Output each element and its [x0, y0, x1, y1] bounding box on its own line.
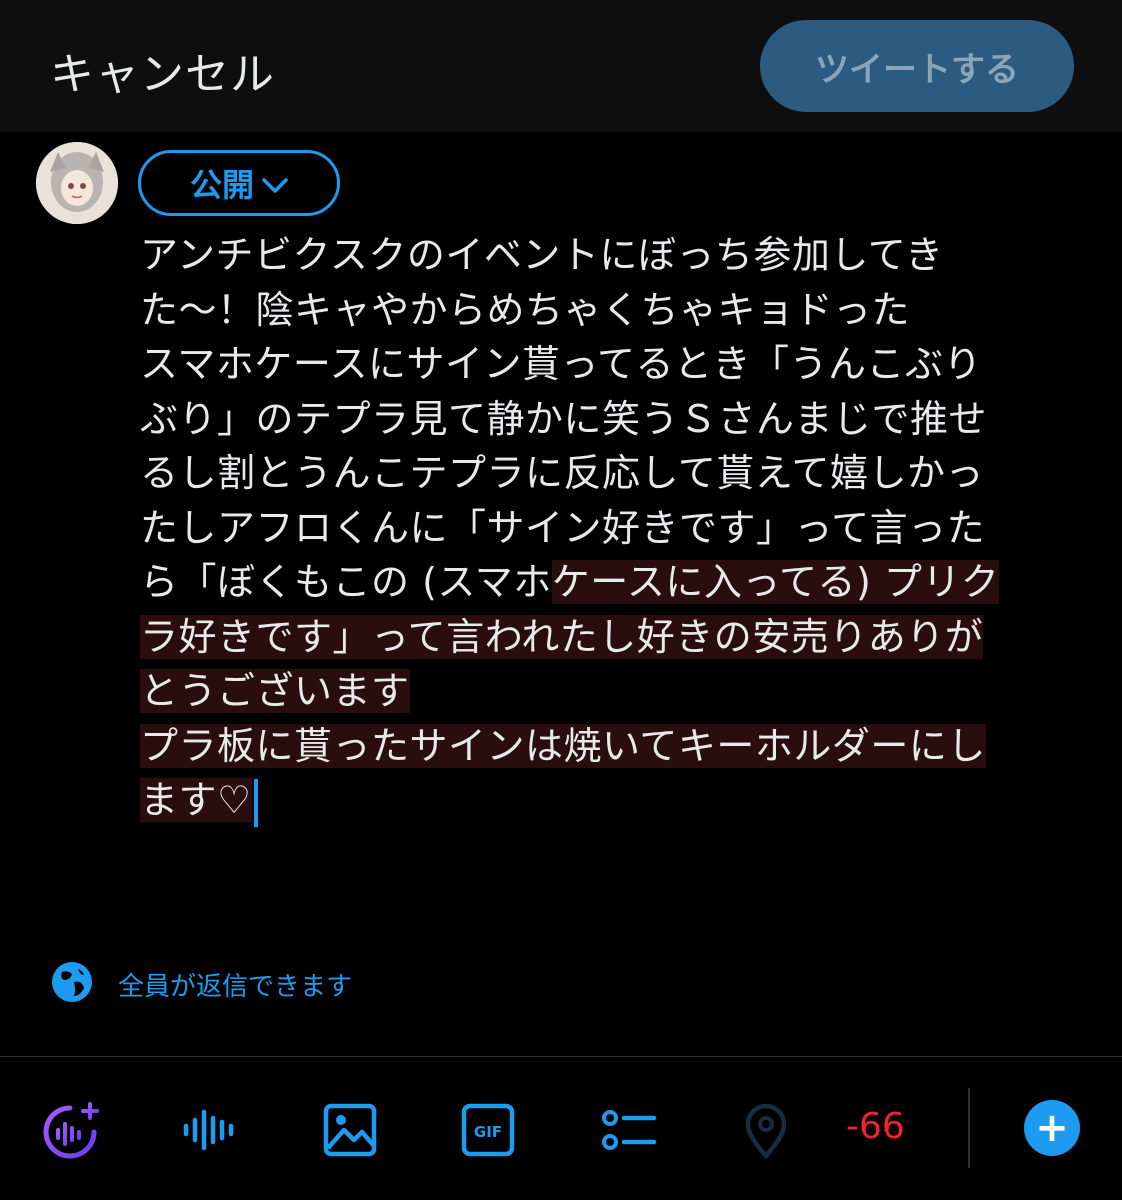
text-line: ら「ぼくもこの (スマホケースに入ってる) プリク [140, 555, 1070, 610]
add-tweet-icon[interactable]: + [1024, 1100, 1080, 1156]
poll-icon[interactable] [596, 1098, 660, 1162]
text-caret [253, 778, 258, 827]
top-bar: キャンセル ツイートする [0, 0, 1122, 132]
audience-label: 公開 [189, 166, 254, 204]
selected-text: ケースに入ってる) プリク [551, 560, 1000, 604]
tweet-button[interactable]: ツイートする [760, 20, 1074, 112]
cancel-button[interactable]: キャンセル [50, 38, 275, 102]
char-count: -66 [846, 1106, 905, 1147]
toolbar-separator [968, 1088, 970, 1168]
text-line: ラ好きです」って言われたし好きの安売りありが [140, 610, 1070, 665]
text-line: ぶり」のテプラ見て静かに笑うＳさんまじで推せ [140, 396, 988, 441]
text-segment: ら「ぼくもこの (スマホ [140, 560, 552, 604]
selected-text: ます♡ [140, 778, 252, 822]
audience-selector[interactable]: 公開 [138, 150, 340, 216]
audio-icon[interactable] [176, 1098, 240, 1162]
compose-toolbar: GIF [0, 1086, 1122, 1176]
image-icon[interactable] [318, 1098, 382, 1162]
svg-text:GIF: GIF [474, 1123, 502, 1141]
text-line: ます♡ [140, 773, 1070, 828]
avatar[interactable] [36, 142, 118, 224]
text-line: スマホケースにサイン貰ってるとき「うんこぶり [140, 342, 983, 386]
chevron-down-icon [262, 164, 288, 202]
selected-text: とうございます [140, 669, 410, 713]
location-icon[interactable] [734, 1098, 798, 1162]
text-line: たしアフロくんに「サイン好きです」って言った [140, 505, 986, 550]
spaces-icon[interactable] [38, 1098, 102, 1162]
text-line: プラ板に貰ったサインは焼いてキーホルダーにし [140, 719, 1070, 774]
text-line: た〜！陰キャやからめちゃくちゃキョドった [140, 287, 911, 332]
reply-setting[interactable]: 全員が返信できます [50, 962, 352, 1006]
reply-setting-label: 全員が返信できます [118, 971, 353, 1002]
tweet-text-area[interactable]: アンチビクスクのイベントにぼっち参加してき た〜！陰キャやからめちゃくちゃキョド… [140, 228, 1070, 828]
divider [0, 1056, 1122, 1057]
text-line: るし割とうんこテプラに反応して貰えて嬉しかっ [140, 451, 984, 495]
selected-text: ラ好きです」って言われたし好きの安売りありが [140, 614, 984, 659]
gif-icon[interactable]: GIF [456, 1098, 520, 1162]
selected-text: プラ板に貰ったサインは焼いてキーホルダーにし [140, 723, 986, 768]
text-line: とうございます [140, 664, 1070, 719]
globe-icon [50, 960, 94, 1008]
text-line: アンチビクスクのイベントにぼっち参加してき [140, 233, 944, 277]
